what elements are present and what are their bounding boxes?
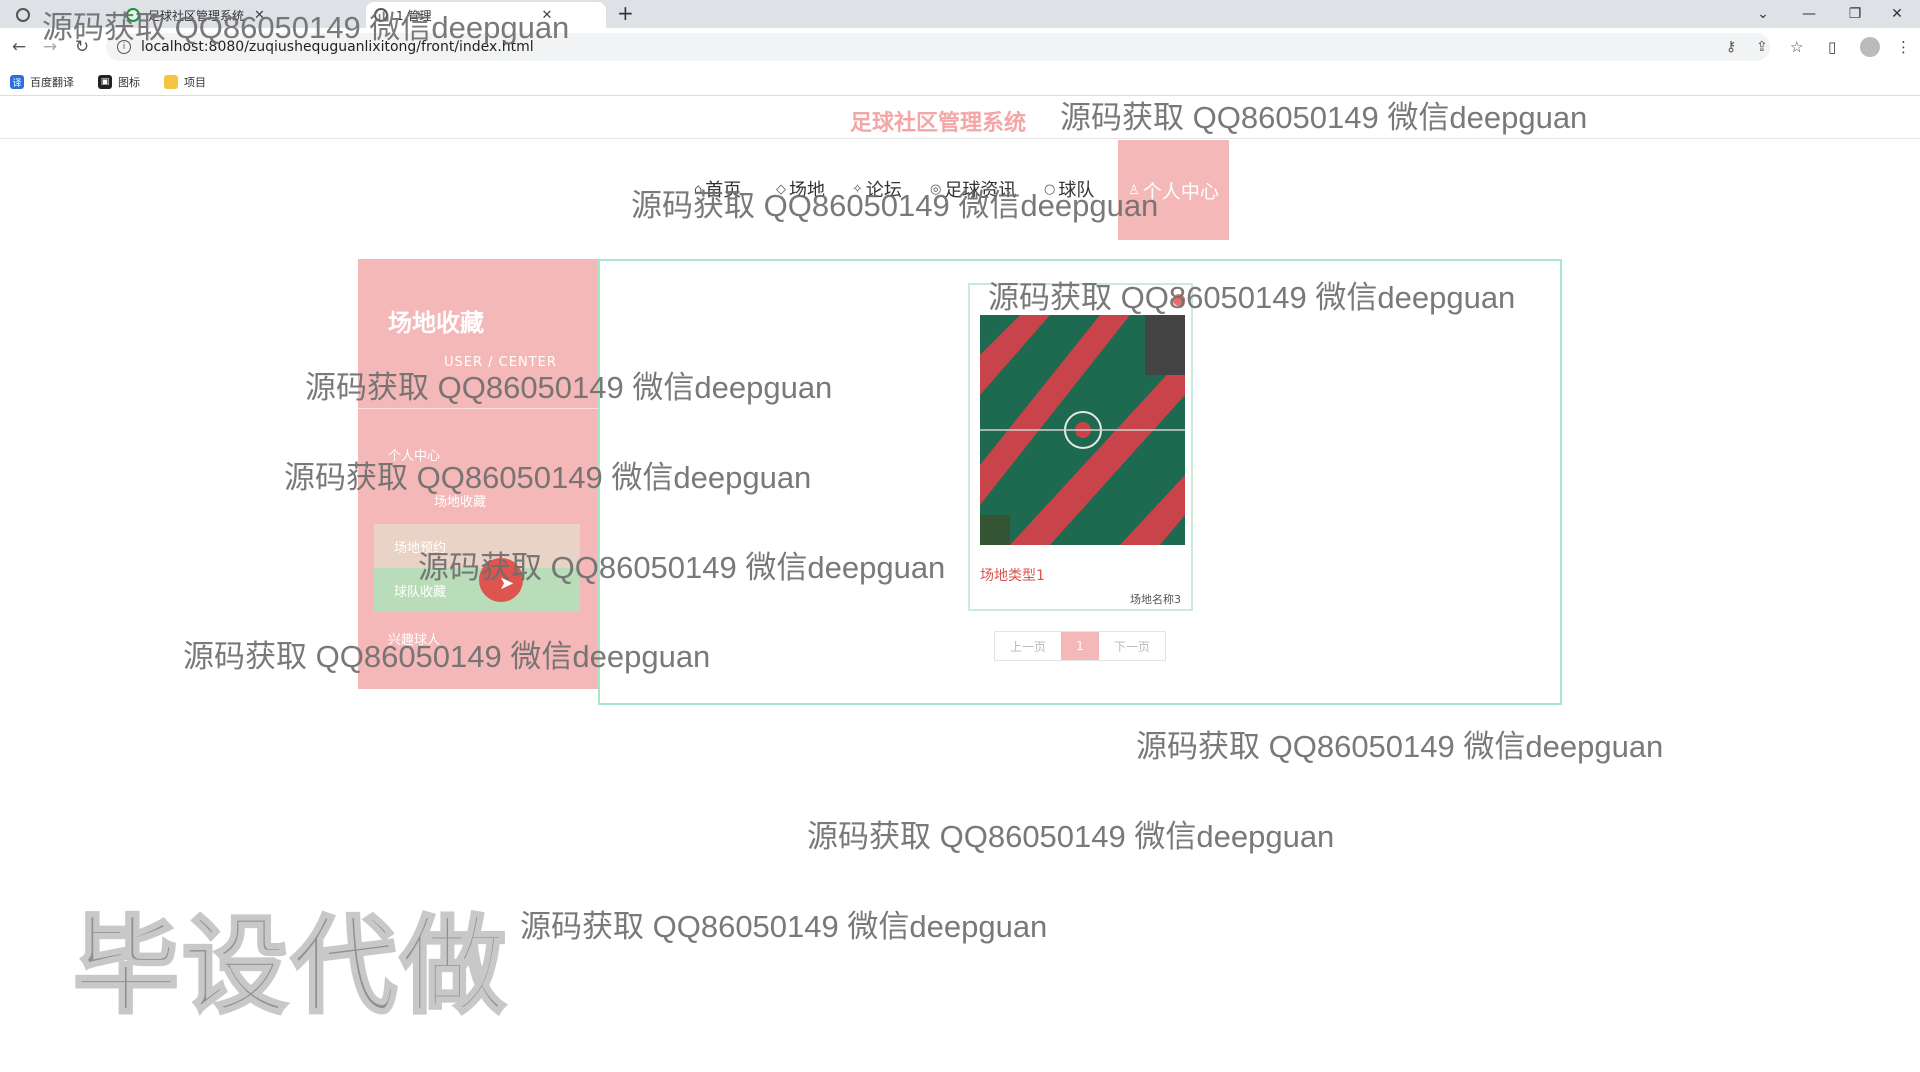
bookmark-item[interactable]: 项目 <box>164 74 206 90</box>
bookmark-label: 百度翻译 <box>30 76 74 89</box>
field-image <box>980 315 1185 545</box>
big-watermark: 毕设代做 <box>72 904 509 1030</box>
site-header: 足球社区管理系统 <box>0 97 1920 139</box>
sidebar-title: 场地收藏 <box>388 309 484 337</box>
bookmarks-bar: 译 百度翻译 ▣ 图标 项目 <box>0 68 1920 96</box>
watermark: 源码获取 QQ86050149 微信deepguan <box>183 639 711 674</box>
new-tab-button[interactable]: + <box>617 2 634 24</box>
share-icon[interactable]: ⇪ <box>1756 39 1768 55</box>
prev-page-button[interactable]: 上一页 <box>995 632 1061 660</box>
watermark: 源码获取 QQ86050149 微信deepguan <box>807 819 1335 854</box>
sidebar-divider <box>358 408 598 409</box>
field-type: 场地类型1 <box>980 568 1045 584</box>
pagination: 上一页 1 下一页 <box>994 631 1166 661</box>
key-icon[interactable]: ⚷ <box>1726 39 1736 55</box>
watermark: 源码获取 QQ86050149 微信deepguan <box>42 10 570 45</box>
watermark: 源码获取 QQ86050149 微信deepguan <box>631 188 1159 223</box>
watermark: 源码获取 QQ86050149 微信deepguan <box>1136 729 1664 764</box>
minimize-button[interactable]: — <box>1786 0 1832 28</box>
field-name: 场地名称3 <box>1130 593 1181 606</box>
folder-icon <box>164 75 178 89</box>
watermark: 源码获取 QQ86050149 微信deepguan <box>284 460 812 495</box>
page-number[interactable]: 1 <box>1061 632 1099 660</box>
back-icon[interactable]: ← <box>8 36 30 58</box>
translate-icon: 译 <box>10 75 24 89</box>
bookmark-star-icon[interactable]: ☆ <box>1790 38 1803 56</box>
bookmark-item[interactable]: 译 百度翻译 <box>10 74 74 90</box>
watermark: 源码获取 QQ86050149 微信deepguan <box>418 550 946 585</box>
watermark: 源码获取 QQ86050149 微信deepguan <box>988 280 1516 315</box>
bookmark-item[interactable]: ▣ 图标 <box>98 74 140 90</box>
bookmark-label: 图标 <box>118 76 140 89</box>
menu-icon[interactable]: ⋮ <box>1896 38 1911 56</box>
side-panel-icon[interactable]: ▯ <box>1828 38 1836 56</box>
watermark: 源码获取 QQ86050149 微信deepguan <box>1060 100 1588 135</box>
globe-icon <box>16 8 30 22</box>
field-card[interactable]: 场地类型1 场地名称3 <box>968 283 1193 611</box>
next-page-button[interactable]: 下一页 <box>1099 632 1165 660</box>
close-window-button[interactable]: ✕ <box>1874 0 1920 28</box>
restore-button[interactable]: ❐ <box>1832 0 1878 28</box>
watermark: 源码获取 QQ86050149 微信deepguan <box>305 370 833 405</box>
bookmark-label: 项目 <box>184 76 206 89</box>
watermark: 源码获取 QQ86050149 微信deepguan <box>520 909 1048 944</box>
site-title: 足球社区管理系统 <box>850 111 1027 136</box>
image-icon: ▣ <box>98 75 112 89</box>
tab-search-icon[interactable]: ⌄ <box>1740 0 1786 28</box>
profile-avatar[interactable] <box>1860 37 1880 57</box>
